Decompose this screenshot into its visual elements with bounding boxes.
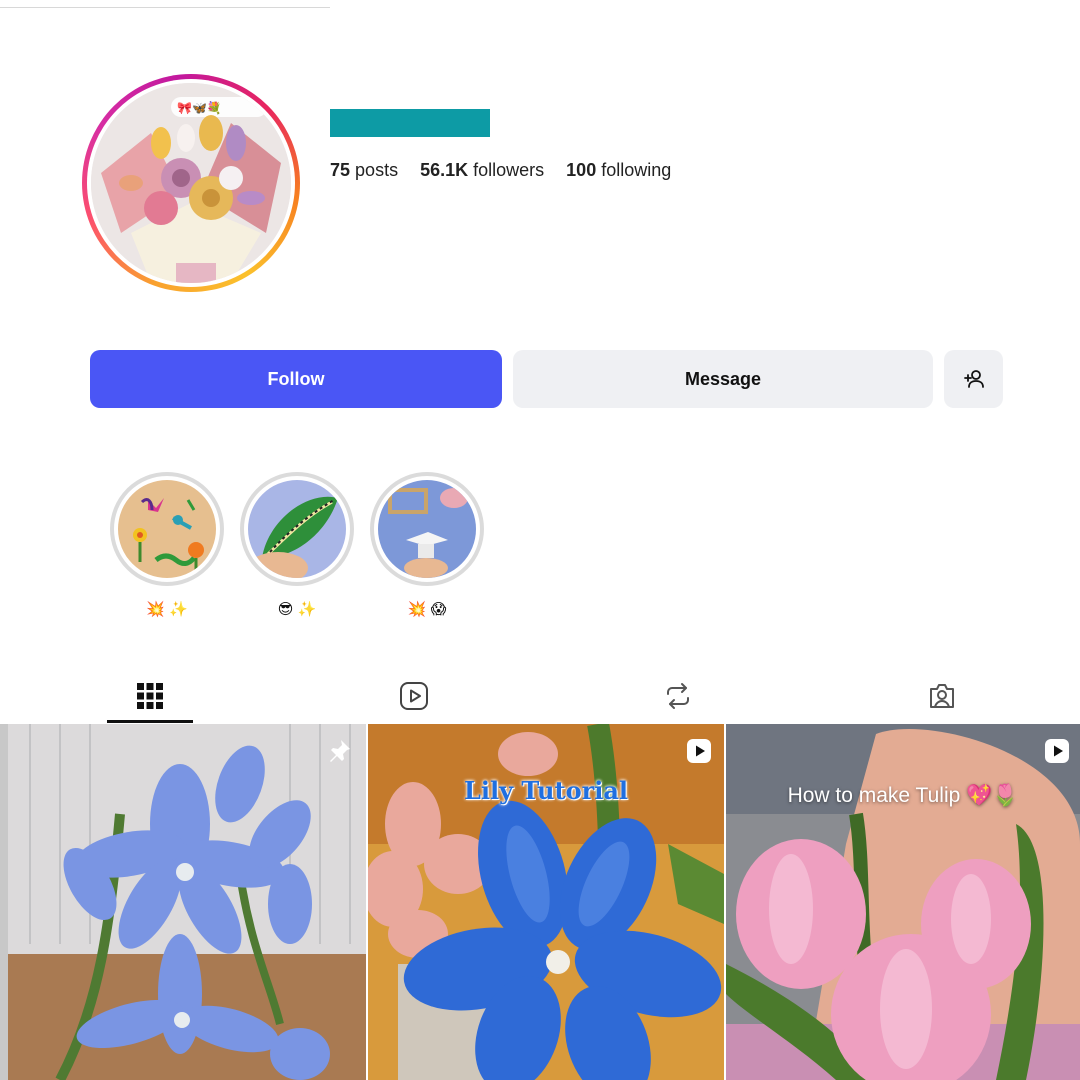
highlight-thumbnail xyxy=(378,480,476,578)
story-highlight[interactable]: 💥 ✨ xyxy=(110,472,224,620)
avatar-image: 🎀🦋💐 xyxy=(91,83,291,283)
svg-text:🎀🦋💐: 🎀🦋💐 xyxy=(177,100,222,115)
post-thumbnail[interactable]: Lily Tutorial xyxy=(368,724,724,1080)
followers-count[interactable]: 56.1K followers xyxy=(420,160,544,181)
follow-button[interactable]: Follow xyxy=(90,350,502,408)
username-redacted xyxy=(330,109,490,137)
following-count[interactable]: 100 following xyxy=(566,160,671,181)
message-button-label: Message xyxy=(684,368,762,389)
top-divider xyxy=(0,7,330,8)
reel-icon xyxy=(1044,738,1070,769)
post-thumbnail[interactable]: How to make Tulip 💖🌷 xyxy=(726,724,1080,1080)
tab-tagged[interactable] xyxy=(899,670,985,722)
story-highlight[interactable]: 💥 😱 xyxy=(370,472,484,620)
highlight-label: 💥 😱 xyxy=(407,601,447,618)
reposts-icon xyxy=(667,683,689,709)
follow-button-label: Follow xyxy=(267,368,325,389)
active-tab-indicator xyxy=(107,720,193,723)
post-caption: Lily Tutorial xyxy=(463,776,629,805)
tab-reposts[interactable] xyxy=(635,670,721,722)
posts-count[interactable]: 75 posts xyxy=(330,160,398,181)
story-highlight[interactable]: 😎 ✨ xyxy=(240,472,354,620)
profile-stats: 75 posts 56.1K followers 100 following xyxy=(330,160,671,181)
suggest-user-button[interactable] xyxy=(944,350,1003,408)
pin-icon xyxy=(326,738,352,769)
reel-icon xyxy=(686,738,712,769)
tab-posts[interactable] xyxy=(107,670,193,722)
highlight-label: 💥 ✨ xyxy=(146,601,188,618)
post-thumbnail[interactable] xyxy=(0,724,366,1080)
tab-reels[interactable] xyxy=(371,670,457,722)
post-caption: How to make Tulip 💖🌷 xyxy=(787,784,1019,807)
highlight-thumbnail xyxy=(248,480,346,578)
highlight-label: 😎 ✨ xyxy=(277,601,317,618)
highlight-thumbnail xyxy=(118,480,216,578)
message-button[interactable]: Message xyxy=(513,350,933,408)
tagged-icon xyxy=(930,684,954,708)
profile-avatar[interactable]: 🎀🦋💐 xyxy=(82,74,300,292)
reels-icon xyxy=(400,682,428,710)
add-user-icon xyxy=(963,370,984,388)
grid-icon xyxy=(137,683,163,709)
